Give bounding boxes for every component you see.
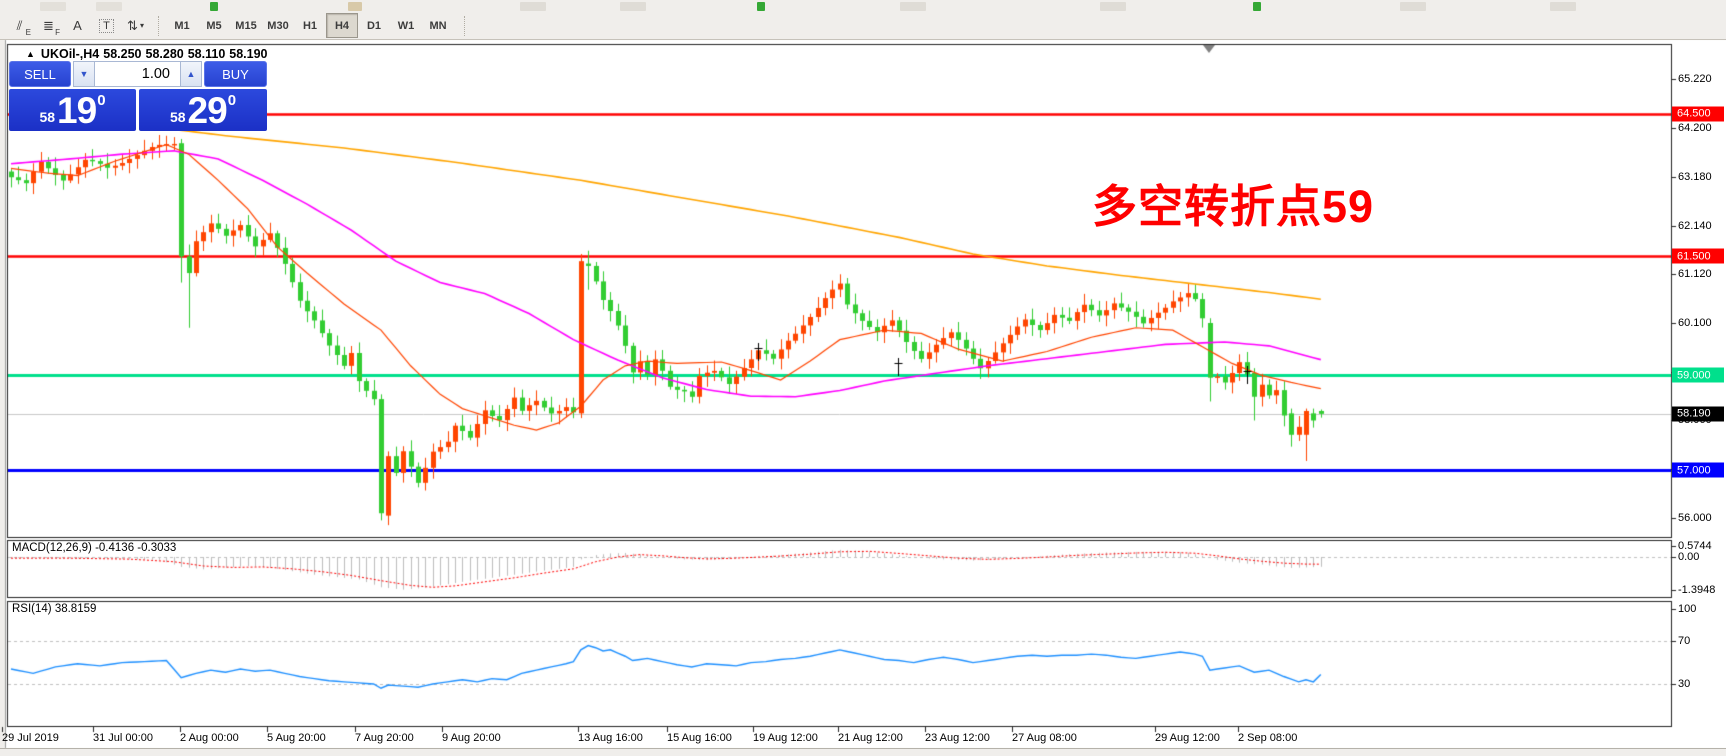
arrows-tool-icon[interactable]: ⇅ ▾ (123, 15, 148, 37)
close-value: 58.190 (229, 47, 268, 61)
tf-button-M5[interactable]: M5 (198, 13, 230, 38)
toolbar-fragment-5 (620, 2, 646, 11)
sell-button[interactable]: SELL (9, 61, 71, 87)
mt4-terminal: ⫽ E ≣ F A T ⇅ ▾ M1 M5 M15 M30 H1 H4 D1 W1 MN ▲ UKOil-,H4… (0, 0, 1726, 756)
toolbar-fragment-2 (210, 2, 218, 11)
text-tool-icon-glyph: A (73, 18, 82, 33)
time-label: 9 Aug 20:00 (442, 732, 501, 744)
rsi-tick-30: 30 (1678, 677, 1691, 690)
toolbar-fragment-9 (1253, 2, 1261, 11)
toolbar-fragment-6 (757, 2, 765, 11)
price-tick-56.000: 56.000 (1678, 511, 1712, 524)
price-badge-57.000: 57.000 (1672, 462, 1724, 478)
chart-title: ▲ UKOil-,H4 58.250 58.280 58.110 58.190 (26, 47, 268, 61)
tf-button-M1[interactable]: M1 (166, 13, 198, 38)
macd-tick-0.00: 0.00 (1678, 551, 1700, 563)
volume-decrease-button[interactable]: ▼ (73, 61, 95, 87)
drawing-tools-group: ⫽ E ≣ F A T ⇅ ▾ (0, 15, 148, 37)
low-value: 58.110 (187, 47, 226, 61)
toolbar-row-partial (0, 0, 1726, 12)
price-badge-59.000: 59.000 (1672, 367, 1724, 383)
time-label: 15 Aug 16:00 (667, 732, 732, 744)
tf-button-MN[interactable]: MN (422, 13, 454, 38)
label-tool-icon[interactable]: T (94, 15, 119, 37)
chart-annotation-text: 多空转折点59 (1092, 181, 1375, 232)
macd-indicator-label: MACD(12,26,9) -0.4136 -0.3033 (12, 542, 177, 554)
fibonacci-tool-icon[interactable]: ≣ F (36, 15, 61, 37)
price-tick-60.100: 60.100 (1678, 317, 1712, 329)
time-label: 13 Aug 16:00 (578, 732, 643, 744)
time-label: 19 Aug 12:00 (753, 732, 818, 744)
tf-button-M30[interactable]: M30 (262, 13, 294, 38)
toolbar-fragment-3 (348, 2, 362, 11)
rsi-tick-70: 70 (1678, 635, 1691, 648)
toolbar-fragment-8 (1100, 2, 1126, 11)
price-tick-63.180: 63.180 (1678, 170, 1712, 183)
tf-button-H1[interactable]: H1 (294, 13, 326, 38)
buy-price-tile[interactable]: 58 29 0 (139, 89, 267, 131)
toolbar-separator (158, 15, 160, 36)
toolbar-fragment-11 (1550, 2, 1576, 11)
buy-price-prefix: 58 (169, 109, 186, 125)
toolbar-fragment-0 (40, 2, 66, 11)
one-click-panel: SELL ▼ ▲ BUY 58 19 0 58 29 0 (9, 61, 267, 131)
sell-price-tile[interactable]: 58 19 0 (9, 89, 136, 131)
toolbar-fragment-10 (1400, 2, 1426, 11)
text-tool-icon[interactable]: A (65, 15, 90, 37)
buy-price-big: 29 (187, 90, 228, 131)
symbol-period: UKOil-,H4 (40, 47, 100, 61)
toolbar-separator-2 (464, 15, 466, 36)
price-tick-65.220: 65.220 (1678, 73, 1712, 86)
sell-price-sup: 0 (97, 92, 106, 109)
label-tool-icon-glyph: T (99, 18, 114, 33)
one-click-collapse-icon[interactable]: ▲ (26, 49, 35, 59)
toolbar-fragment-7 (900, 2, 926, 11)
time-label: 27 Aug 08:00 (1012, 732, 1077, 744)
buy-price-sup: 0 (227, 92, 237, 109)
volume-input[interactable] (95, 61, 180, 87)
price-tick-62.140: 62.140 (1678, 219, 1712, 232)
tf-button-H4[interactable]: H4 (326, 13, 358, 38)
time-label: 5 Aug 20:00 (267, 732, 326, 744)
toolbar-fragment-1 (96, 2, 122, 11)
toolbar-fragment-4 (520, 2, 546, 11)
time-label: 29 Aug 12:00 (1155, 732, 1220, 744)
price-badge-64.500: 64.500 (1672, 106, 1724, 122)
sell-price-big: 19 (57, 90, 97, 131)
buy-button[interactable]: BUY (204, 61, 267, 87)
time-label: 29 Jul 2019 (2, 732, 59, 744)
toolbar-main: ⫽ E ≣ F A T ⇅ ▾ M1 M5 M15 M30 H1 H4 D1 W1 MN (0, 12, 1726, 40)
high-value: 58.280 (145, 47, 184, 61)
arrows-tool-icon-glyph: ⇅ (127, 17, 138, 33)
channel-tool-icon-glyph: ⫽ (16, 17, 23, 33)
rsi-indicator-label: RSI(14) 38.8159 (12, 603, 97, 615)
tf-button-M15[interactable]: M15 (230, 13, 262, 38)
volume-increase-button[interactable]: ▲ (180, 61, 202, 87)
tf-button-W1[interactable]: W1 (390, 13, 422, 38)
sell-price-prefix: 58 (39, 109, 56, 125)
fibonacci-tool-icon-glyph: ≣ (43, 17, 54, 33)
open-value: 58.250 (103, 47, 142, 61)
time-label: 31 Jul 00:00 (93, 732, 153, 744)
channel-tool-icon[interactable]: ⫽ E (7, 15, 32, 37)
time-label: 23 Aug 12:00 (925, 732, 990, 744)
tf-button-D1[interactable]: D1 (358, 13, 390, 38)
volume-stepper: ▼ ▲ (73, 61, 202, 87)
time-label: 2 Sep 08:00 (1238, 732, 1298, 744)
rsi-tick-100: 100 (1678, 603, 1697, 616)
window-bottom-strip (0, 748, 1726, 756)
price-tick-61.120: 61.120 (1678, 268, 1712, 281)
macd-tick--1.3948: -1.3948 (1678, 584, 1716, 596)
timeframe-group: M1 M5 M15 M30 H1 H4 D1 W1 MN (166, 13, 454, 38)
time-label: 2 Aug 00:00 (180, 732, 239, 744)
price-badge-61.500: 61.500 (1672, 248, 1724, 264)
price-badge-58.190: 58.190 (1672, 406, 1724, 422)
time-label: 21 Aug 12:00 (838, 732, 903, 744)
time-label: 7 Aug 20:00 (355, 732, 414, 744)
price-tick-64.200: 64.200 (1678, 122, 1712, 134)
